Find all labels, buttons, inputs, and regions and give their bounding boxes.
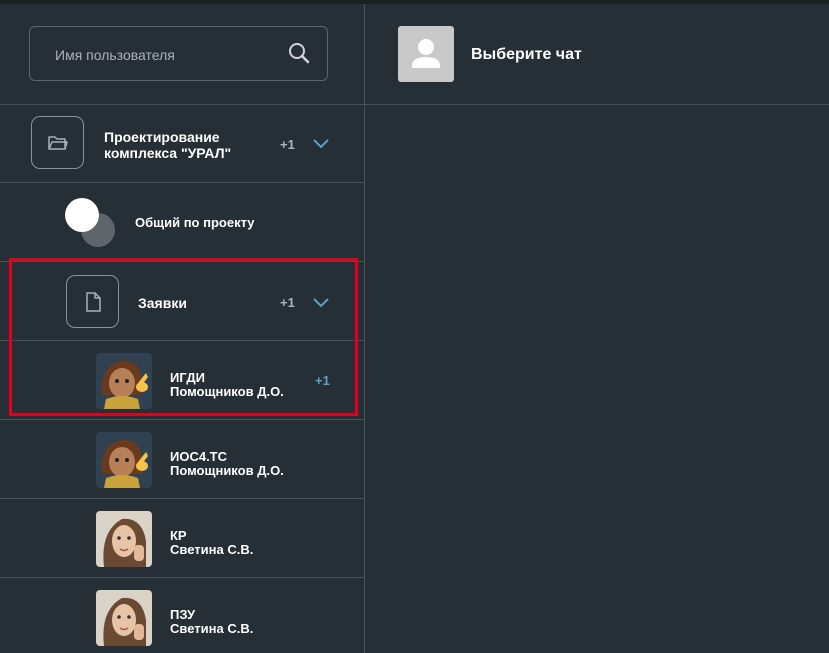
search-icon[interactable] <box>287 41 311 65</box>
folder-icon-box <box>31 116 84 169</box>
zayavki-folder-row[interactable]: Заявки +1 <box>0 262 364 341</box>
chat-item[interactable]: ПЗУ Светина С.В. <box>0 578 364 653</box>
chat-header: Выберите чат <box>365 4 829 105</box>
general-chat-row[interactable]: Общий по проекту <box>0 183 364 262</box>
chat-app: Проектирование комплекса "УРАЛ" +1 Общий… <box>0 0 829 653</box>
search-area <box>0 4 364 105</box>
chat-item[interactable]: ИГДИ Помощников Д.О. +1 <box>0 341 364 420</box>
chat-item[interactable]: КР Светина С.В. <box>0 499 364 578</box>
user-avatar-icon <box>398 26 454 82</box>
zayavki-unread-badge: +1 <box>280 295 295 310</box>
search-box[interactable] <box>29 26 328 82</box>
chat-person: Светина С.В. <box>170 542 254 557</box>
chevron-down-icon[interactable] <box>312 297 330 309</box>
avatar <box>96 511 152 567</box>
project-unread-badge: +1 <box>280 137 295 152</box>
chat-item[interactable]: ИОС4.ТС Помощников Д.О. <box>0 420 364 499</box>
chat-person: Помощников Д.О. <box>170 384 284 399</box>
avatar <box>96 590 152 646</box>
project-title: Проектирование комплекса "УРАЛ" <box>104 129 231 161</box>
document-icon-box <box>66 275 119 328</box>
chat-name: ИОС4.ТС <box>170 449 228 464</box>
header-title: Выберите чат <box>471 46 582 63</box>
chat-title: ПЗУ Светина С.В. <box>170 608 253 636</box>
avatar <box>96 432 152 488</box>
chat-title: ИОС4.ТС Помощников Д.О. <box>170 450 284 478</box>
folder-icon <box>48 136 68 150</box>
chat-title: КР Светина С.В. <box>170 529 253 557</box>
search-input[interactable] <box>53 27 287 82</box>
avatar <box>96 353 152 409</box>
chat-person: Помощников Д.О. <box>170 463 284 478</box>
chat-person: Светина С.В. <box>170 621 254 636</box>
chat-name: ПЗУ <box>170 607 196 622</box>
chat-unread-badge: +1 <box>315 373 330 388</box>
project-title-line1: Проектирование <box>104 129 220 145</box>
sidebar: Проектирование комплекса "УРАЛ" +1 Общий… <box>0 4 365 653</box>
general-chat-title: Общий по проекту <box>135 215 255 230</box>
chat-title: ИГДИ Помощников Д.О. <box>170 371 284 399</box>
chat-name: КР <box>170 528 187 543</box>
zayavki-title: Заявки <box>138 295 187 311</box>
document-icon <box>86 292 101 312</box>
project-title-line2: комплекса "УРАЛ" <box>104 145 232 161</box>
chat-name: ИГДИ <box>170 370 205 385</box>
project-folder-row[interactable]: Проектирование комплекса "УРАЛ" +1 <box>0 104 364 183</box>
chevron-down-icon[interactable] <box>312 138 330 150</box>
group-avatar-icon <box>65 198 115 247</box>
